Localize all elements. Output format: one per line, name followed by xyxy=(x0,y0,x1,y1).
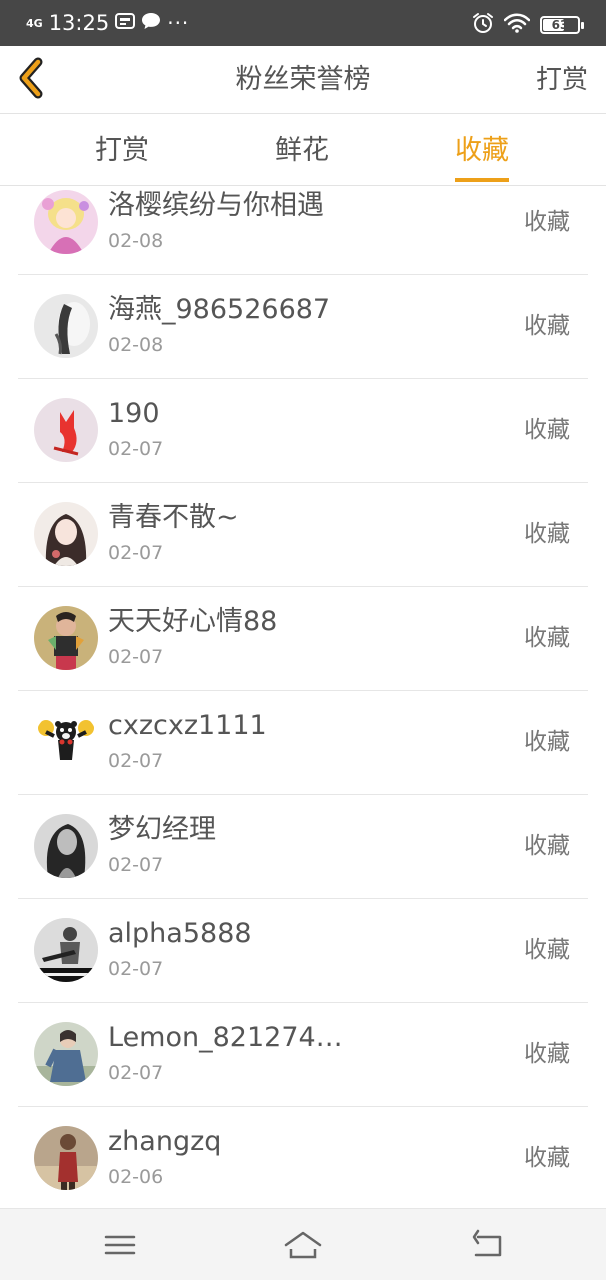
fan-name: Lemon_821274… xyxy=(108,1022,343,1053)
list-item[interactable]: cxzcxz1111 02-07 收藏 xyxy=(18,691,588,795)
home-icon xyxy=(284,1231,322,1259)
favorite-label: 收藏 xyxy=(524,833,570,859)
tab-flowers[interactable]: 鲜花 xyxy=(275,115,329,186)
chat-bubble-icon xyxy=(141,12,161,34)
list-item[interactable]: 190 02-07 收藏 xyxy=(18,379,588,483)
fan-date: 02-08 xyxy=(108,230,164,252)
fan-date: 02-07 xyxy=(108,438,164,460)
network-indicator: 4G xyxy=(26,16,43,30)
status-time: 13:25 xyxy=(48,11,110,35)
reward-button[interactable]: 打赏 xyxy=(536,60,588,100)
battery-icon: 63 xyxy=(540,16,584,34)
list-item[interactable]: Lemon_821274… 02-07 收藏 xyxy=(18,1003,588,1107)
fan-date: 02-07 xyxy=(108,542,164,564)
avatar xyxy=(34,814,98,878)
fan-date: 02-07 xyxy=(108,750,164,772)
fan-name: cxzcxz1111 xyxy=(108,710,267,741)
fan-name: 洛樱缤纷与你相遇 xyxy=(108,190,324,221)
tab-label: 鲜花 xyxy=(275,135,329,166)
status-left: 4G 13:25 ··· xyxy=(26,10,189,36)
list-item[interactable]: 青春不散~ 02-07 收藏 xyxy=(18,483,588,587)
favorite-label: 收藏 xyxy=(524,417,570,443)
avatar xyxy=(34,1126,98,1190)
list-item[interactable]: alpha5888 02-07 收藏 xyxy=(18,899,588,1003)
fan-name: 海燕_986526687 xyxy=(108,294,331,325)
tab-favorites[interactable]: 收藏 xyxy=(455,115,509,186)
menu-icon xyxy=(104,1235,136,1255)
favorite-label: 收藏 xyxy=(524,1145,570,1171)
active-tab-indicator xyxy=(455,178,509,182)
list-item[interactable]: 洛樱缤纷与你相遇 02-08 收藏 xyxy=(18,187,588,275)
tab-label: 打赏 xyxy=(95,135,149,166)
list-item[interactable]: 天天好心情88 02-07 收藏 xyxy=(18,587,588,691)
home-button[interactable] xyxy=(283,1227,323,1263)
favorite-label: 收藏 xyxy=(524,521,570,547)
list-item[interactable]: 海燕_986526687 02-08 收藏 xyxy=(18,275,588,379)
favorite-label: 收藏 xyxy=(524,313,570,339)
back-nav-button[interactable] xyxy=(468,1227,508,1263)
page-title: 粉丝荣誉榜 xyxy=(235,64,371,95)
fan-date: 02-07 xyxy=(108,1062,164,1084)
fan-date: 02-07 xyxy=(108,854,164,876)
tab-label: 收藏 xyxy=(455,135,509,166)
favorite-label: 收藏 xyxy=(524,937,570,963)
avatar xyxy=(34,190,98,254)
avatar xyxy=(34,1022,98,1086)
tab-bar: 打赏 鲜花 收藏 xyxy=(0,115,606,186)
alarm-clock-icon xyxy=(472,12,494,38)
fan-list[interactable]: 洛樱缤纷与你相遇 02-08 收藏 海燕_986526687 02-08 收藏 … xyxy=(0,187,606,1208)
fan-name: 190 xyxy=(108,398,160,429)
fan-date: 02-08 xyxy=(108,334,164,356)
fan-date: 02-07 xyxy=(108,958,164,980)
avatar xyxy=(34,710,98,774)
avatar xyxy=(34,294,98,358)
avatar xyxy=(34,398,98,462)
back-icon xyxy=(472,1229,502,1257)
avatar xyxy=(34,918,98,982)
fan-name: alpha5888 xyxy=(108,918,252,949)
fan-name: zhangzq xyxy=(108,1126,222,1157)
notification-app-icon xyxy=(115,12,136,34)
list-item[interactable]: 梦幻经理 02-07 收藏 xyxy=(18,795,588,899)
nav-bar: 粉丝荣誉榜 打赏 xyxy=(0,46,606,114)
favorite-label: 收藏 xyxy=(524,209,570,235)
favorite-label: 收藏 xyxy=(524,729,570,755)
battery-level: 63 xyxy=(551,18,569,32)
fan-name: 天天好心情88 xyxy=(108,606,278,637)
tab-reward[interactable]: 打赏 xyxy=(95,115,149,186)
fan-date: 02-07 xyxy=(108,646,164,668)
system-nav-bar xyxy=(0,1208,606,1280)
list-item[interactable]: zhangzq 02-06 收藏 xyxy=(18,1107,588,1208)
fan-date: 02-06 xyxy=(108,1166,164,1188)
status-bar: 4G 13:25 ··· 63 xyxy=(0,0,606,46)
wifi-icon xyxy=(503,13,531,37)
avatar xyxy=(34,502,98,566)
status-right: 63 xyxy=(472,12,584,38)
menu-button[interactable] xyxy=(100,1227,140,1263)
fan-name: 青春不散~ xyxy=(108,502,239,533)
favorite-label: 收藏 xyxy=(524,1041,570,1067)
avatar xyxy=(34,606,98,670)
favorite-label: 收藏 xyxy=(524,625,570,651)
fan-name: 梦幻经理 xyxy=(108,814,216,845)
more-notifications-icon: ··· xyxy=(167,11,190,35)
